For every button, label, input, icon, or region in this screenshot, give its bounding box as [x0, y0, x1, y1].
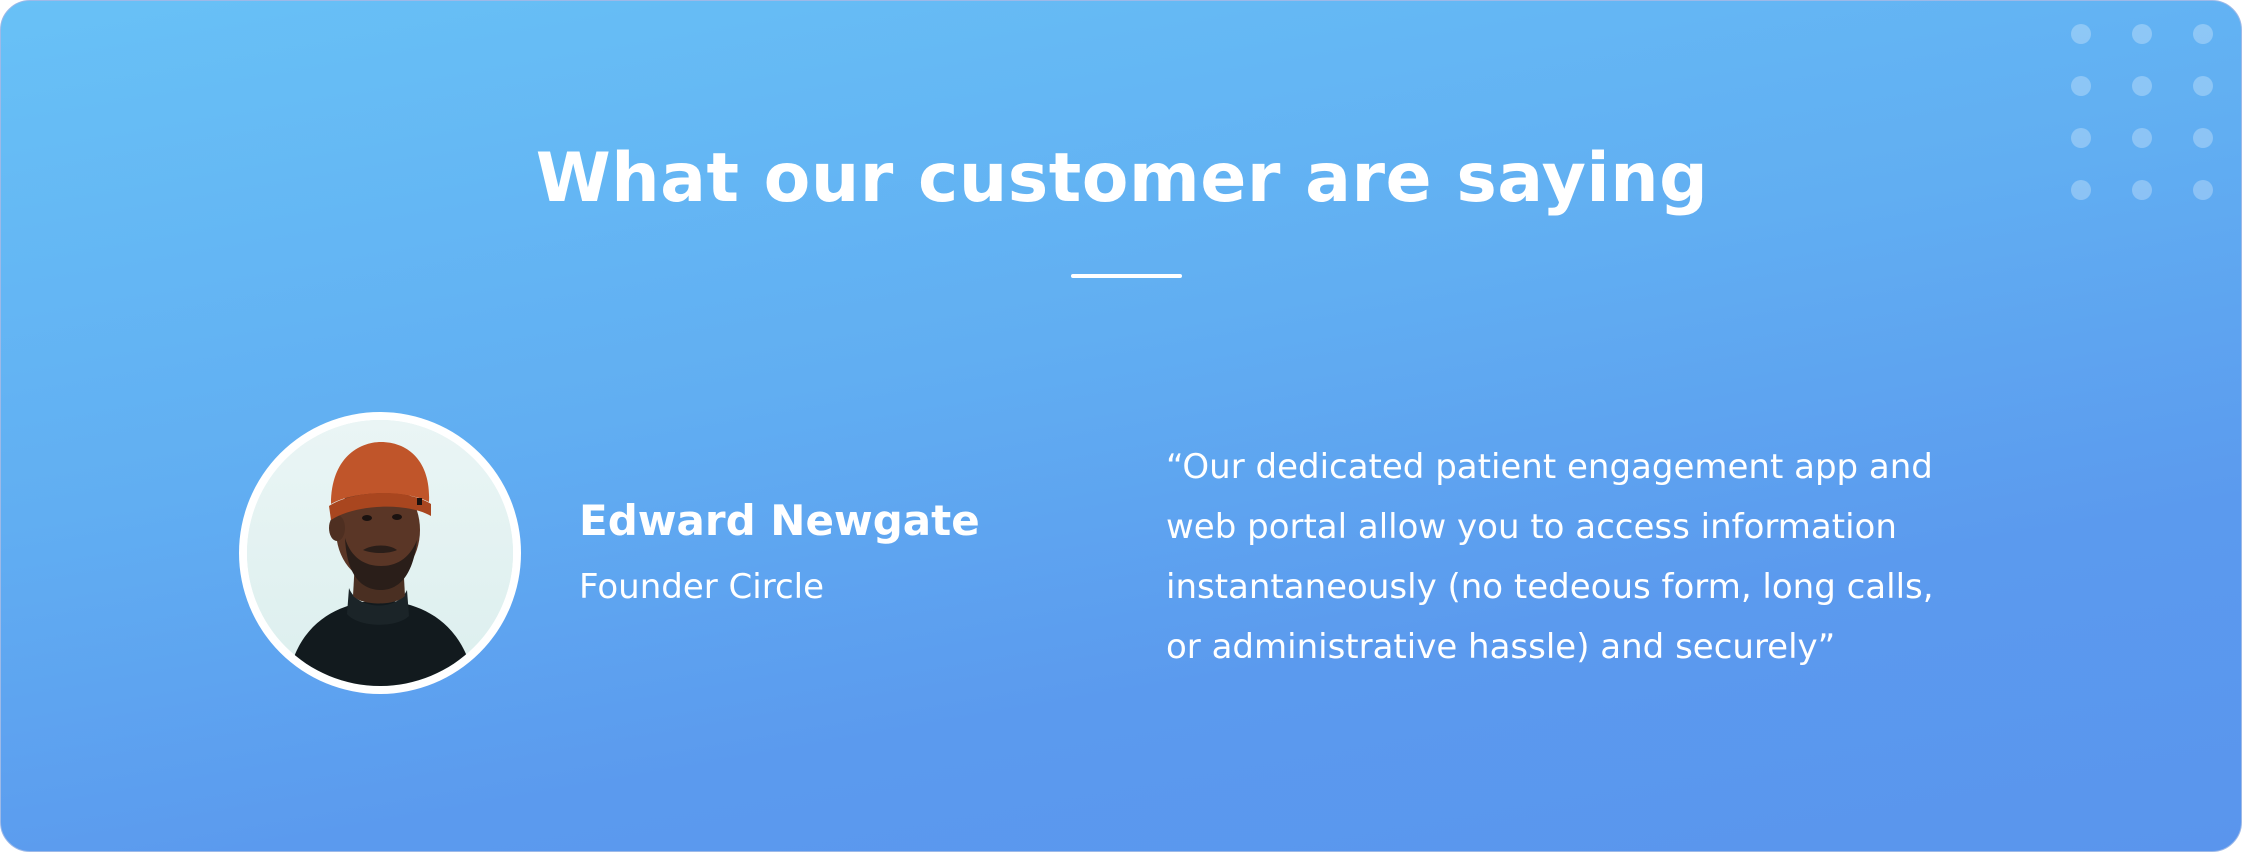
- quote-line: web portal allow you to access informati…: [1166, 507, 1897, 547]
- avatar: [239, 412, 521, 694]
- decor-dot: [2193, 76, 2213, 96]
- author-role: Founder Circle: [579, 567, 825, 607]
- testimonial-card: What our customer are saying Edward Newg…: [0, 0, 2242, 852]
- decor-dot: [2132, 76, 2152, 96]
- author-name: Edward Newgate: [579, 496, 980, 545]
- decor-dot: [2193, 24, 2213, 44]
- quote-line: instantaneously (no tedeous form, long c…: [1166, 567, 1934, 607]
- decor-dot: [2071, 76, 2091, 96]
- testimonial-quote: “Our dedicated patient engagement app an…: [1166, 437, 2006, 677]
- decor-dot: [2132, 24, 2152, 44]
- section-title: What our customer are saying: [535, 139, 1709, 218]
- person-photo-icon: [247, 420, 513, 686]
- quote-line: or administrative hassle) and securely”: [1166, 627, 1836, 667]
- quote-line: “Our dedicated patient engagement app an…: [1166, 447, 1933, 487]
- title-divider: [1071, 274, 1182, 278]
- decor-dot: [2071, 24, 2091, 44]
